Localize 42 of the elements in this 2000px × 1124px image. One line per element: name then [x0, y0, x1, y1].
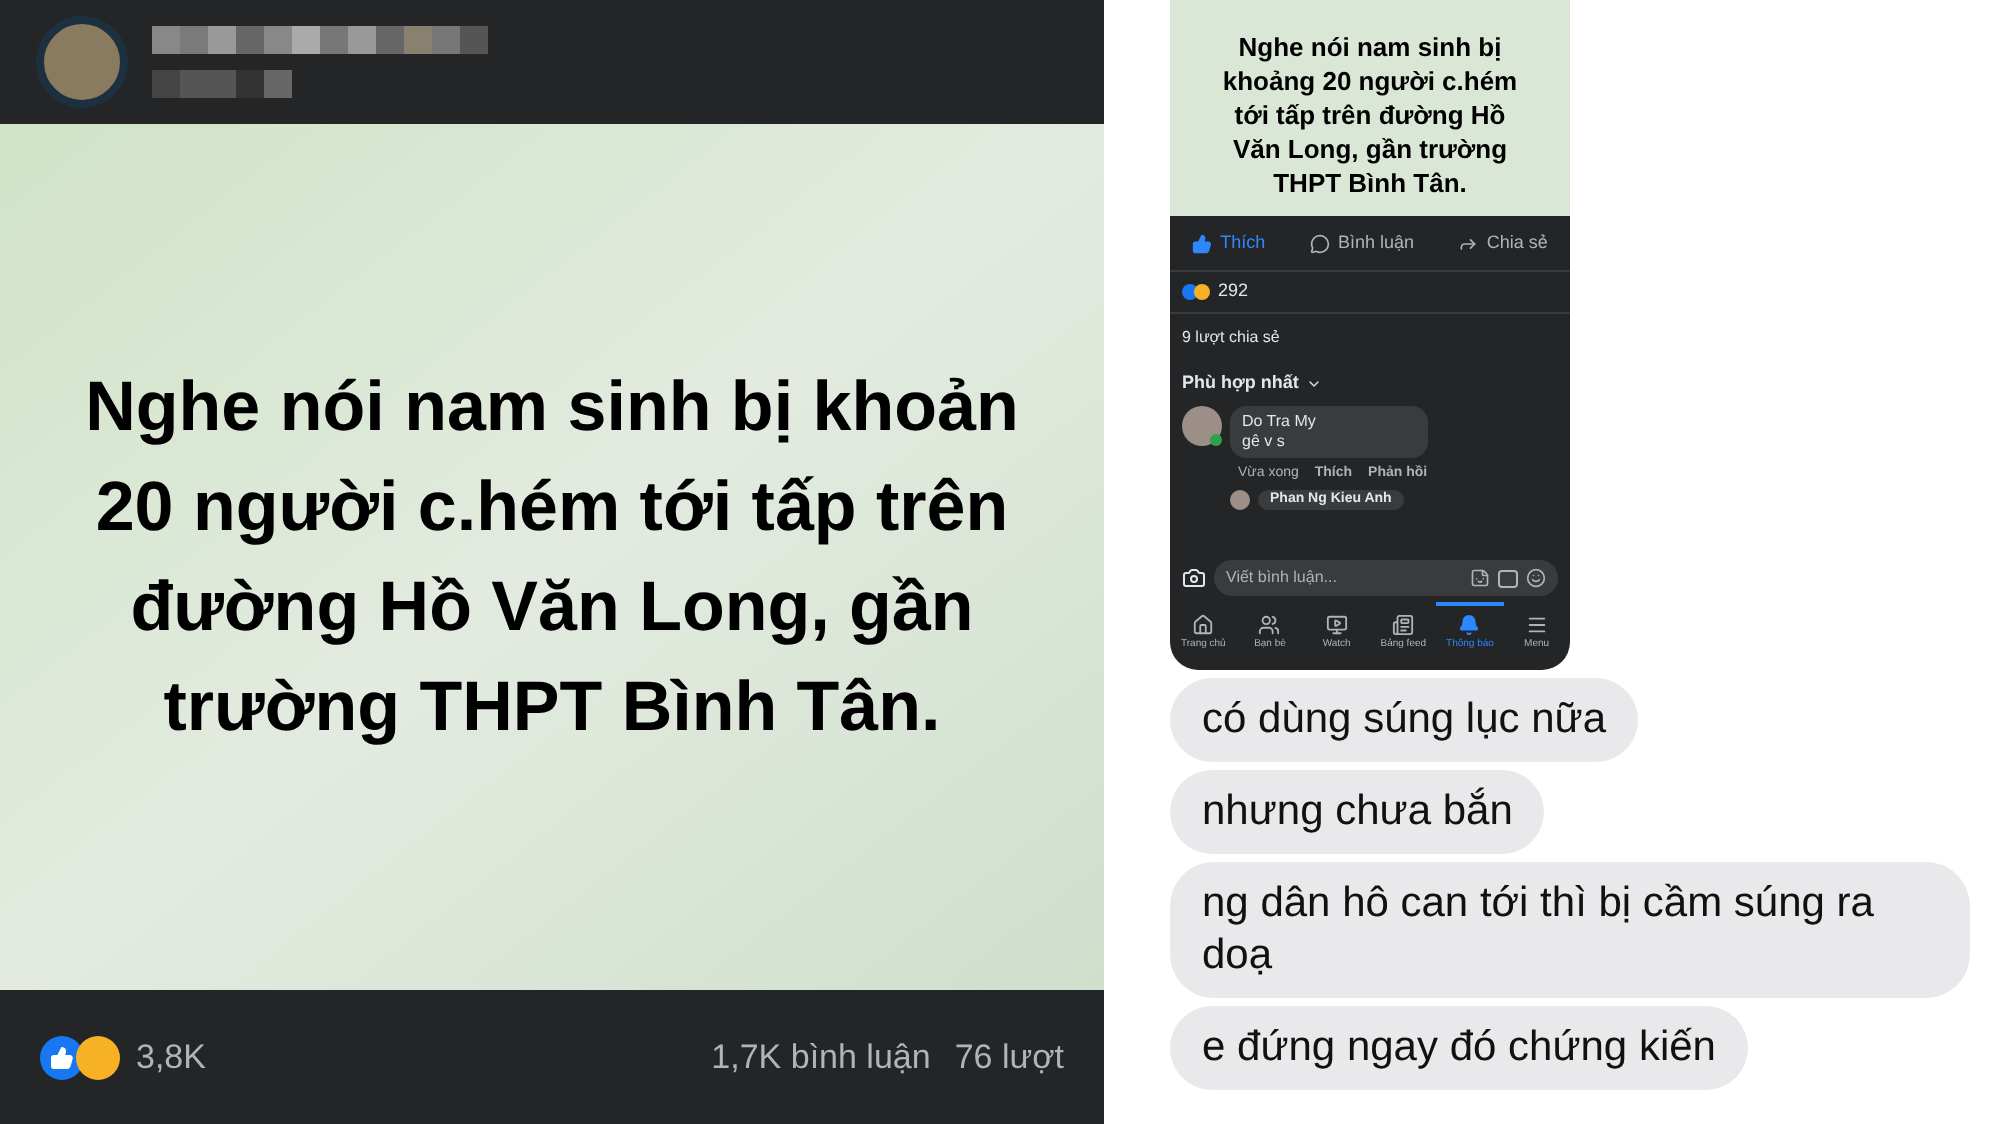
post-text-line: khoảng 20 người c.hém	[1222, 64, 1518, 98]
comment-text: gê v s	[1242, 431, 1287, 451]
message-bubble: có dùng súng lục nữa	[1170, 678, 1639, 762]
bell-icon	[1458, 614, 1481, 637]
post-text-line: Văn Long, gần trường	[1232, 132, 1508, 166]
post-action-button[interactable]: Thích	[1192, 229, 1266, 257]
share-count[interactable]: 76 lượt	[954, 1031, 1064, 1083]
emoji-icon[interactable]	[1526, 568, 1546, 588]
video-screen-icon	[1325, 614, 1348, 637]
post-text-line: trường THPT Bình Tân.	[163, 665, 941, 749]
reply-avatar	[1230, 490, 1250, 510]
blurred-date	[152, 70, 292, 98]
post-text-line: THPT Bình Tân.	[1273, 166, 1467, 200]
thumbs-up-icon	[1192, 233, 1213, 253]
menu-icon	[1525, 614, 1548, 637]
post-action-button[interactable]: Bình luận	[1309, 229, 1415, 257]
home-icon	[1192, 614, 1215, 637]
message-bubble: nhưng chưa bắn	[1170, 770, 1545, 854]
comment-input-field[interactable]: Viết bình luận...	[1214, 560, 1558, 596]
camera-icon[interactable]	[1182, 566, 1206, 590]
post-text-line: tới tấp trên đường Hồ	[1234, 98, 1506, 132]
newspaper-icon	[1392, 614, 1415, 637]
reaction-count[interactable]: 292	[1218, 278, 1249, 306]
blurred-avatar	[36, 16, 128, 108]
reaction-icons	[1182, 284, 1210, 300]
like-reaction-icon	[40, 1035, 84, 1079]
sort-dropdown[interactable]: Phù hợp nhất	[1170, 350, 1570, 397]
message-bubble: ng dân hô can tới thì bị cầm súng ra doạ	[1170, 862, 1970, 998]
share-arrow-icon	[1458, 233, 1479, 253]
post-text-line: Nghe nói nam sinh bị	[1238, 30, 1502, 64]
message-bubble: e đứng ngay đó chứng kiến	[1170, 1006, 1748, 1090]
post-text-line: Nghe nói nam sinh bị khoản	[85, 365, 1019, 449]
sticker-icon[interactable]	[1470, 568, 1490, 588]
post-text-line: 20 người c.hém tới tấp trên	[95, 465, 1009, 549]
reaction-count[interactable]: 3,8K	[136, 1031, 206, 1083]
share-count[interactable]: 9 lượt chia sẻ	[1182, 328, 1280, 346]
people-icon	[1258, 614, 1281, 637]
post-text-line: đường Hồ Văn Long, gần	[130, 565, 974, 649]
comment-author[interactable]: Do Tra My	[1242, 411, 1416, 431]
post-action-button[interactable]: Chia sẻ	[1458, 229, 1548, 257]
speech-bubble-icon	[1309, 233, 1330, 253]
comment-count[interactable]: 1,7K bình luận	[711, 1031, 931, 1083]
